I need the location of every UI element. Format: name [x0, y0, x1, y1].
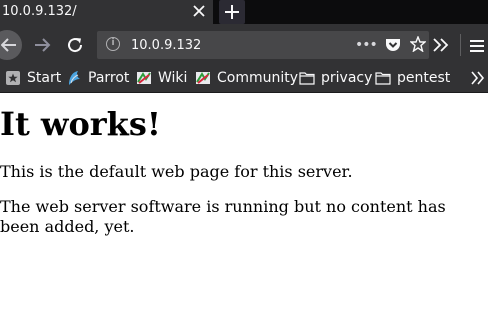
- bookmark-label: pentest: [397, 70, 451, 86]
- new-tab-button[interactable]: [219, 0, 245, 24]
- address-bar[interactable]: i: [97, 31, 429, 59]
- reload-icon[interactable]: [66, 36, 84, 54]
- bookmark-star-icon[interactable]: [410, 36, 426, 52]
- site-info-icon[interactable]: i: [106, 37, 120, 51]
- bookmark-label: Parrot: [88, 70, 130, 86]
- bookmark-parrot[interactable]: Parrot: [66, 64, 129, 92]
- page-heading: It works!: [0, 105, 161, 143]
- bookmark-label: Community: [217, 70, 299, 86]
- toolbar-divider: [460, 34, 461, 56]
- bookmark-wiki[interactable]: Wiki: [136, 64, 187, 92]
- hamburger-menu-icon[interactable]: [470, 40, 484, 52]
- community-icon: [195, 70, 211, 86]
- folder-icon: [299, 70, 315, 86]
- bookmark-community[interactable]: Community: [195, 64, 298, 92]
- back-button[interactable]: [0, 30, 22, 60]
- start-icon: [5, 70, 21, 86]
- bookmarks-toolbar: Start Parrot Wiki Community privacy pent…: [0, 64, 488, 93]
- plus-icon: [225, 5, 239, 19]
- bookmark-folder-pentest[interactable]: pentest: [375, 64, 450, 92]
- page-paragraph: This is the default web page for this se…: [0, 162, 353, 181]
- overflow-chevron-icon[interactable]: [432, 37, 450, 53]
- wiki-icon: [136, 70, 152, 86]
- tab-strip: 10.0.9.132/: [0, 0, 488, 24]
- folder-icon: [375, 70, 391, 86]
- tab-title: 10.0.9.132/: [2, 4, 77, 19]
- forward-arrow-icon[interactable]: [34, 37, 52, 53]
- bookmark-label: privacy: [321, 70, 373, 86]
- bookmark-start[interactable]: Start: [5, 64, 61, 92]
- url-input[interactable]: [131, 31, 391, 59]
- bookmark-label: Start: [27, 70, 62, 86]
- parrot-icon: [66, 70, 82, 86]
- page-paragraph: The web server software is running but n…: [0, 197, 446, 236]
- page-actions-icon[interactable]: •••: [355, 37, 378, 53]
- bookmark-folder-privacy[interactable]: privacy: [299, 64, 372, 92]
- pocket-icon[interactable]: [385, 38, 401, 53]
- back-arrow-icon: [1, 38, 16, 52]
- bookmark-label: Wiki: [158, 70, 188, 86]
- close-tab-icon[interactable]: [189, 1, 209, 21]
- tab-active[interactable]: 10.0.9.132/: [0, 0, 213, 24]
- bookmarks-overflow-chevron-icon[interactable]: [470, 70, 486, 86]
